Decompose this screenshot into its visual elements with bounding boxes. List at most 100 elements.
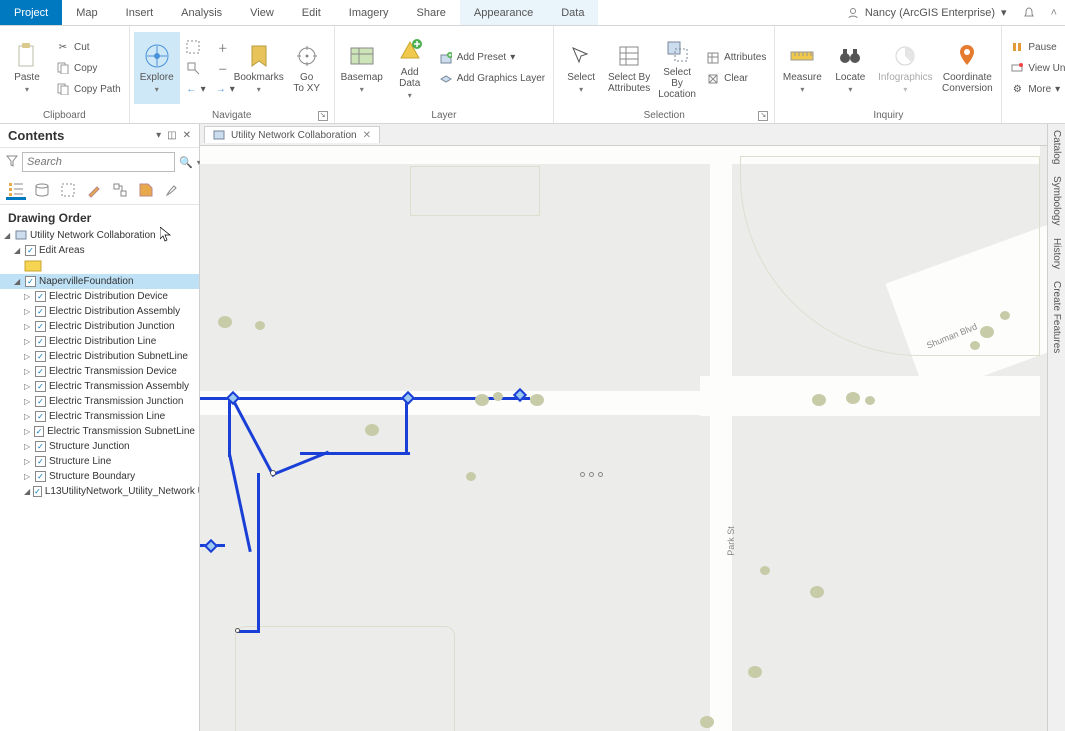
expand-icon[interactable]: ▷ bbox=[24, 442, 32, 451]
tab-edit[interactable]: Edit bbox=[288, 0, 335, 25]
notifications-icon[interactable] bbox=[1015, 0, 1043, 25]
expand-icon[interactable]: ▷ bbox=[24, 352, 32, 361]
explore-button[interactable]: Explore ▾ bbox=[134, 32, 180, 104]
fixed-zoom-in-button[interactable]: ＋ bbox=[216, 38, 230, 56]
expand-icon[interactable]: ▷ bbox=[24, 382, 32, 391]
view-unplaced-button[interactable]: View Unplaced bbox=[1010, 59, 1065, 77]
layer-node[interactable]: ▷✓Electric Transmission Assembly bbox=[0, 379, 199, 394]
expand-icon[interactable]: ▷ bbox=[24, 337, 32, 346]
list-by-editing-icon[interactable] bbox=[84, 180, 104, 200]
expand-icon[interactable]: ◢ bbox=[24, 487, 30, 496]
list-by-selection-icon[interactable] bbox=[58, 180, 78, 200]
layer-node[interactable]: ▷✓Structure Boundary bbox=[0, 469, 199, 484]
cut-button[interactable]: ✂Cut bbox=[56, 38, 121, 56]
copy-button[interactable]: Copy bbox=[56, 59, 121, 77]
options-icon[interactable]: ▾ bbox=[156, 130, 161, 141]
list-by-perceptual-icon[interactable] bbox=[162, 180, 182, 200]
add-preset-button[interactable]: Add Preset▾ bbox=[439, 49, 545, 67]
checkbox[interactable]: ✓ bbox=[33, 486, 42, 497]
layer-node[interactable]: ▷✓Structure Junction bbox=[0, 439, 199, 454]
checkbox[interactable]: ✓ bbox=[35, 291, 46, 302]
more-labeling-button[interactable]: ⚙More▾ bbox=[1010, 80, 1065, 98]
collapse-icon[interactable]: ◢ bbox=[14, 277, 22, 286]
list-by-drawing-order-icon[interactable] bbox=[6, 180, 26, 200]
close-icon[interactable]: ✕ bbox=[363, 130, 371, 141]
fixed-zoom-out-button[interactable]: － bbox=[216, 59, 230, 77]
symbology-tab[interactable]: Symbology bbox=[1051, 176, 1062, 225]
checkbox[interactable]: ✓ bbox=[35, 366, 46, 377]
expand-icon[interactable]: ▷ bbox=[24, 292, 32, 301]
expand-icon[interactable]: ▷ bbox=[24, 412, 32, 421]
expand-icon[interactable]: ▷ bbox=[24, 457, 32, 466]
bookmarks-button[interactable]: Bookmarks ▾ bbox=[236, 32, 282, 104]
layer-tree[interactable]: ◢ Utility Network Collaboration ◢ ✓ Edit… bbox=[0, 227, 199, 731]
copy-path-button[interactable]: Copy Path bbox=[56, 80, 121, 98]
add-data-button[interactable]: Add Data ▾ bbox=[387, 32, 433, 104]
edit-areas-symbol[interactable] bbox=[0, 258, 199, 274]
tab-data[interactable]: Data bbox=[547, 0, 598, 25]
layer-node[interactable]: ◢✓L13UtilityNetwork_Utility_Network Util… bbox=[0, 484, 199, 499]
list-by-snapping-icon[interactable] bbox=[110, 180, 130, 200]
next-extent-button[interactable]: →▾ bbox=[216, 80, 230, 98]
expand-icon[interactable]: ▷ bbox=[24, 397, 32, 406]
clear-selection-button[interactable]: Clear bbox=[706, 70, 766, 88]
layer-node[interactable]: ▷✓Electric Distribution Device bbox=[0, 289, 199, 304]
select-by-location-button[interactable]: Select By Location bbox=[654, 32, 700, 104]
list-by-labeling-icon[interactable] bbox=[136, 180, 156, 200]
search-input[interactable] bbox=[22, 152, 175, 172]
tab-imagery[interactable]: Imagery bbox=[335, 0, 403, 25]
tab-insert[interactable]: Insert bbox=[112, 0, 168, 25]
zoom-selection-button[interactable] bbox=[186, 59, 206, 77]
layer-node[interactable]: ▷✓Structure Line bbox=[0, 454, 199, 469]
filter-icon[interactable] bbox=[6, 155, 18, 169]
edit-areas-node[interactable]: ◢ ✓ Edit Areas bbox=[0, 243, 199, 258]
checkbox[interactable]: ✓ bbox=[35, 471, 46, 482]
expand-icon[interactable]: ▷ bbox=[24, 472, 32, 481]
tab-appearance[interactable]: Appearance bbox=[460, 0, 547, 25]
layer-node[interactable]: ▷✓Electric Transmission Line bbox=[0, 409, 199, 424]
checkbox[interactable]: ✓ bbox=[35, 441, 46, 452]
locate-button[interactable]: Locate ▾ bbox=[827, 32, 873, 104]
tab-map[interactable]: Map bbox=[62, 0, 111, 25]
catalog-tab[interactable]: Catalog bbox=[1051, 130, 1062, 164]
list-by-data-source-icon[interactable] bbox=[32, 180, 52, 200]
checkbox[interactable]: ✓ bbox=[25, 245, 36, 256]
tab-view[interactable]: View bbox=[236, 0, 288, 25]
search-icon[interactable]: 🔍 bbox=[179, 156, 193, 169]
dialog-launcher-icon[interactable]: ↘ bbox=[318, 111, 328, 121]
layer-node[interactable]: ▷✓Electric Transmission SubnetLine bbox=[0, 424, 199, 439]
checkbox[interactable]: ✓ bbox=[35, 336, 46, 347]
tab-share[interactable]: Share bbox=[403, 0, 460, 25]
expand-icon[interactable]: ▷ bbox=[24, 427, 31, 436]
history-tab[interactable]: History bbox=[1051, 238, 1062, 269]
layer-node[interactable]: ▷✓Electric Transmission Junction bbox=[0, 394, 199, 409]
checkbox[interactable]: ✓ bbox=[35, 321, 46, 332]
checkbox[interactable]: ✓ bbox=[35, 306, 46, 317]
expand-icon[interactable]: ▷ bbox=[24, 367, 32, 376]
layer-node[interactable]: ▷✓Electric Distribution SubnetLine bbox=[0, 349, 199, 364]
map-canvas[interactable]: Shuman Blvd Park St bbox=[200, 146, 1065, 731]
checkbox[interactable]: ✓ bbox=[35, 411, 46, 422]
select-by-attributes-button[interactable]: Select By Attributes bbox=[606, 32, 652, 104]
checkbox[interactable]: ✓ bbox=[35, 351, 46, 362]
prev-extent-button[interactable]: ←▾ bbox=[186, 80, 206, 98]
measure-button[interactable]: Measure ▾ bbox=[779, 32, 825, 104]
checkbox[interactable]: ✓ bbox=[35, 456, 46, 467]
pause-labeling-button[interactable]: Pause bbox=[1010, 38, 1065, 56]
layer-node[interactable]: ▷✓Electric Distribution Line bbox=[0, 334, 199, 349]
layer-node[interactable]: ▷✓Electric Distribution Junction bbox=[0, 319, 199, 334]
autohide-icon[interactable]: ◫ bbox=[167, 130, 176, 141]
tab-project[interactable]: Project bbox=[0, 0, 62, 25]
collapse-icon[interactable]: ◢ bbox=[14, 246, 22, 255]
close-icon[interactable]: ✕ bbox=[183, 130, 191, 141]
layer-node[interactable]: ▷✓Electric Transmission Device bbox=[0, 364, 199, 379]
collapse-ribbon-icon[interactable]: ˄ bbox=[1043, 0, 1065, 25]
coordinate-conversion-button[interactable]: Coordinate Conversion bbox=[937, 32, 997, 104]
checkbox[interactable]: ✓ bbox=[35, 396, 46, 407]
checkbox[interactable]: ✓ bbox=[25, 276, 36, 287]
expand-icon[interactable]: ▷ bbox=[24, 307, 32, 316]
layer-node-napervillefoundation[interactable]: ◢ ✓ NapervilleFoundation bbox=[0, 274, 199, 289]
collapse-icon[interactable]: ◢ bbox=[4, 231, 12, 240]
full-extent-button[interactable] bbox=[186, 38, 206, 56]
view-tab[interactable]: Utility Network Collaboration ✕ bbox=[204, 126, 380, 143]
